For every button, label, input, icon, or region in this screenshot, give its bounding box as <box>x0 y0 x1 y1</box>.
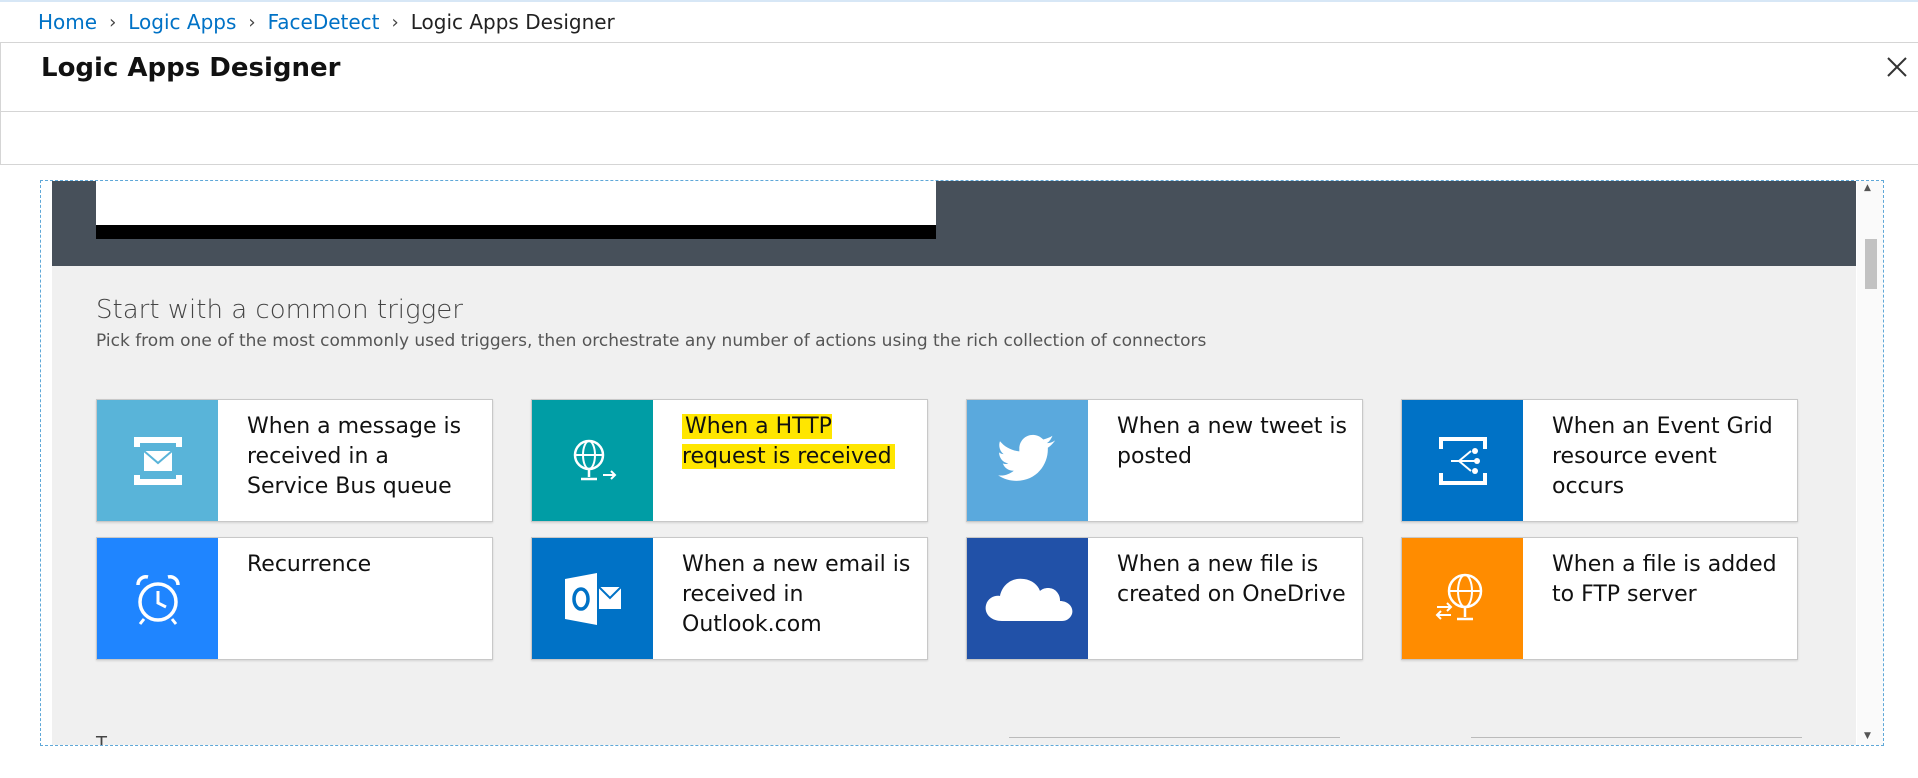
trigger-label: When a HTTP request is received <box>682 412 912 472</box>
trigger-label: Recurrence <box>247 552 372 577</box>
breadcrumb-current: Logic Apps Designer <box>410 10 615 34</box>
trigger-card-twitter[interactable]: When a new tweet is posted <box>966 399 1363 522</box>
designer-frame: Start with a common trigger Pick from on… <box>40 180 1884 746</box>
breadcrumb-separator: › <box>109 11 117 33</box>
section-subtitle: Pick from one of the most commonly used … <box>96 331 1207 351</box>
breadcrumb-logic-apps[interactable]: Logic Apps <box>128 10 236 34</box>
trigger-label: When a new email is received in Outlook.… <box>682 552 911 637</box>
trigger-card-outlook[interactable]: When a new email is received in Outlook.… <box>531 537 928 660</box>
template-search[interactable] <box>1471 737 1802 745</box>
scroll-down-arrow-icon[interactable]: ▼ <box>1864 731 1871 741</box>
trigger-label: When a message is received in a Service … <box>247 414 462 499</box>
twitter-icon <box>967 400 1088 521</box>
trigger-card-onedrive[interactable]: When a new file is created on OneDrive <box>966 537 1363 660</box>
top-accent-line <box>0 0 1918 2</box>
event-grid-icon <box>1402 400 1523 521</box>
trigger-label: When a file is added to FTP server <box>1552 552 1777 607</box>
http-request-icon <box>532 400 653 521</box>
breadcrumb-home[interactable]: Home <box>38 10 97 34</box>
breadcrumb-facedetect[interactable]: FaceDetect <box>268 10 380 34</box>
onedrive-icon <box>967 538 1088 659</box>
ftp-icon <box>1402 538 1523 659</box>
trigger-label: When a new file is created on OneDrive <box>1117 552 1346 607</box>
trigger-label: When a new tweet is posted <box>1117 414 1347 469</box>
section-title-partial: T <box>96 733 107 746</box>
search-box[interactable] <box>96 181 936 239</box>
alarm-clock-icon <box>97 538 218 659</box>
outlook-icon <box>532 538 653 659</box>
breadcrumb: Home › Logic Apps › FaceDetect › Logic A… <box>38 10 615 34</box>
header-band <box>52 181 1856 266</box>
breadcrumb-separator: › <box>248 11 256 33</box>
highlighted-label: When a HTTP request is received <box>682 414 895 469</box>
designer-canvas: Start with a common trigger Pick from on… <box>52 181 1856 746</box>
close-button[interactable] <box>1883 53 1911 81</box>
designer-toolbar <box>0 112 1918 165</box>
scroll-up-arrow-icon[interactable]: ▲ <box>1864 183 1871 193</box>
page-title: Logic Apps Designer <box>41 53 341 83</box>
trigger-card-recurrence[interactable]: Recurrence <box>96 537 493 660</box>
breadcrumb-separator: › <box>391 11 399 33</box>
service-bus-icon <box>97 400 218 521</box>
trigger-card-http-request[interactable]: When a HTTP request is received <box>531 399 928 522</box>
trigger-card-service-bus[interactable]: When a message is received in a Service … <box>96 399 493 522</box>
trigger-card-ftp[interactable]: When a file is added to FTP server <box>1401 537 1798 660</box>
close-icon <box>1887 57 1907 77</box>
template-dropdown[interactable] <box>1009 737 1340 745</box>
vertical-scrollbar[interactable]: ▲ ▼ <box>1857 181 1883 745</box>
blade-header: Logic Apps Designer <box>0 42 1918 112</box>
trigger-card-event-grid[interactable]: When an Event Grid resource event occurs <box>1401 399 1798 522</box>
scroll-thumb[interactable] <box>1865 239 1877 289</box>
section-title: Start with a common trigger <box>96 295 463 325</box>
trigger-label: When an Event Grid resource event occurs <box>1552 414 1773 499</box>
